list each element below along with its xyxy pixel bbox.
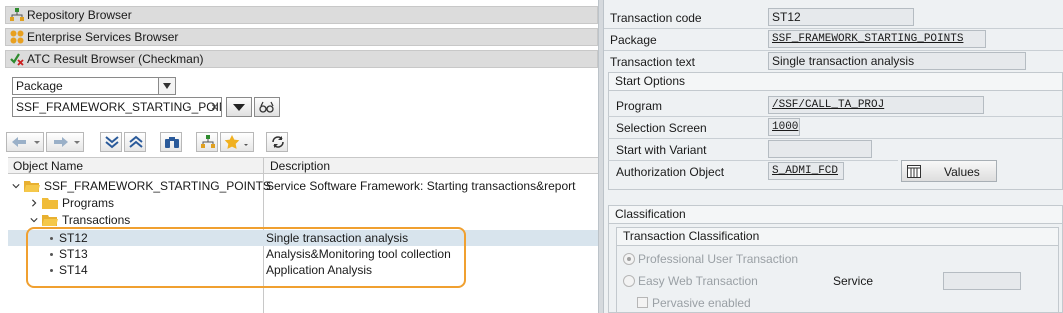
package-label: Package	[610, 33, 657, 47]
start-with-variant-label: Start with Variant	[616, 143, 707, 157]
collapse-up-icon	[129, 135, 143, 148]
values-button-label: Values	[944, 165, 980, 179]
expanded-chevron-icon[interactable]	[30, 215, 38, 225]
start-with-variant-field[interactable]	[768, 140, 872, 158]
professional-radio[interactable]	[623, 253, 635, 265]
tree-node-transactions[interactable]: Transactions	[8, 212, 598, 228]
expand-all-button[interactable]	[100, 132, 122, 152]
find-button[interactable]	[160, 132, 182, 152]
binoculars-icon	[165, 137, 179, 148]
values-button[interactable]: Values	[901, 160, 997, 182]
open-folder-icon	[24, 181, 40, 192]
package-node-description: Service Software Framework: Starting tra…	[266, 179, 576, 193]
services-grid-icon	[10, 30, 24, 44]
enterprise-services-browser-bar[interactable]: Enterprise Services Browser	[5, 28, 598, 46]
checkman-icon	[10, 52, 24, 66]
repository-browser-pane: Repository Browser Enterprise Services B…	[0, 0, 598, 313]
program-field[interactable]: /SSF/CALL_TA_PROJ	[768, 96, 984, 114]
open-folder-icon	[42, 215, 58, 226]
authorization-object-field[interactable]: S_ADMI_FCD	[768, 162, 844, 180]
hierarchy-icon	[10, 8, 24, 22]
easy-web-radio-label: Easy Web Transaction	[638, 274, 758, 288]
pervasive-checkbox-label: Pervasive enabled	[652, 296, 751, 310]
display-button[interactable]	[226, 97, 252, 117]
collapsed-chevron-icon[interactable]	[30, 198, 38, 208]
object-name-input[interactable]: SSF_FRAMEWORK_STARTING_POIN ×	[12, 97, 222, 117]
folder-icon	[42, 198, 58, 209]
arrow-left-icon	[12, 137, 40, 147]
expanded-chevron-icon[interactable]	[12, 181, 20, 191]
pervasive-checkbox[interactable]	[637, 297, 648, 308]
transaction-text-field[interactable]: Single transaction analysis	[768, 52, 1026, 70]
clear-icon[interactable]: ×	[211, 98, 218, 116]
divider	[608, 116, 1063, 117]
table-icon	[907, 165, 921, 178]
service-label: Service	[833, 274, 874, 288]
easy-web-radio[interactable]	[623, 275, 635, 287]
highlight-annotation	[26, 227, 466, 288]
transactions-node-label: Transactions	[62, 213, 131, 227]
chevron-down-icon[interactable]	[158, 78, 175, 94]
transaction-code-label: Transaction code	[610, 11, 702, 25]
favorites-button[interactable]	[220, 132, 254, 152]
search-button[interactable]	[254, 97, 280, 117]
selection-screen-label: Selection Screen	[616, 121, 707, 135]
transaction-detail-pane: Transaction code ST12 Package SSF_FRAMEW…	[604, 0, 1063, 313]
professional-radio-label: Professional User Transaction	[638, 252, 799, 266]
object-name-value: SSF_FRAMEWORK_STARTING_POIN	[16, 100, 222, 114]
repository-browser-bar[interactable]: Repository Browser	[5, 6, 598, 24]
package-field[interactable]: SSF_FRAMEWORK_STARTING_POINTS	[768, 30, 986, 48]
tree-node-package[interactable]: SSF_FRAMEWORK_STARTING_POINTS Service So…	[8, 178, 598, 194]
star-icon	[224, 135, 248, 149]
object-name-column-header[interactable]: Object Name	[13, 159, 83, 173]
back-button[interactable]	[6, 132, 44, 152]
enterprise-services-browser-label: Enterprise Services Browser	[27, 30, 179, 44]
divider	[604, 50, 1063, 51]
classification-title: Classification	[609, 206, 1062, 224]
triangle-down-icon	[233, 104, 245, 111]
glasses-icon	[259, 101, 274, 113]
tree-structure-icon	[201, 135, 215, 148]
transaction-code-field[interactable]: ST12	[768, 8, 914, 26]
refresh-button[interactable]	[266, 132, 288, 152]
object-type-value: Package	[16, 79, 63, 93]
expand-down-icon	[105, 136, 119, 149]
authorization-object-label: Authorization Object	[616, 165, 725, 179]
transaction-classification-title: Transaction Classification	[617, 228, 1058, 246]
hierarchy-view-button[interactable]	[196, 132, 218, 152]
description-column-header[interactable]: Description	[270, 159, 330, 173]
selection-screen-field[interactable]: 1000	[768, 118, 800, 136]
atc-result-browser-bar[interactable]: ATC Result Browser (Checkman)	[5, 50, 598, 68]
divider	[604, 28, 1063, 29]
collapse-all-button[interactable]	[124, 132, 146, 152]
transaction-text-label: Transaction text	[610, 55, 695, 69]
arrow-right-icon	[54, 137, 80, 147]
program-label: Program	[616, 99, 663, 113]
object-type-dropdown[interactable]: Package	[12, 77, 176, 95]
forward-button[interactable]	[46, 132, 84, 152]
start-options-title: Start Options	[609, 73, 1062, 91]
divider	[608, 160, 898, 161]
divider	[608, 138, 1063, 139]
repository-browser-label: Repository Browser	[27, 8, 132, 22]
refresh-icon	[272, 136, 284, 148]
service-field[interactable]	[943, 272, 1021, 290]
package-node-label: SSF_FRAMEWORK_STARTING_POINTS	[44, 179, 271, 193]
tree-header: Object Name Description	[8, 157, 598, 174]
atc-result-browser-label: ATC Result Browser (Checkman)	[27, 52, 204, 66]
programs-node-label: Programs	[62, 196, 115, 210]
tree-node-programs[interactable]: Programs	[8, 195, 598, 211]
